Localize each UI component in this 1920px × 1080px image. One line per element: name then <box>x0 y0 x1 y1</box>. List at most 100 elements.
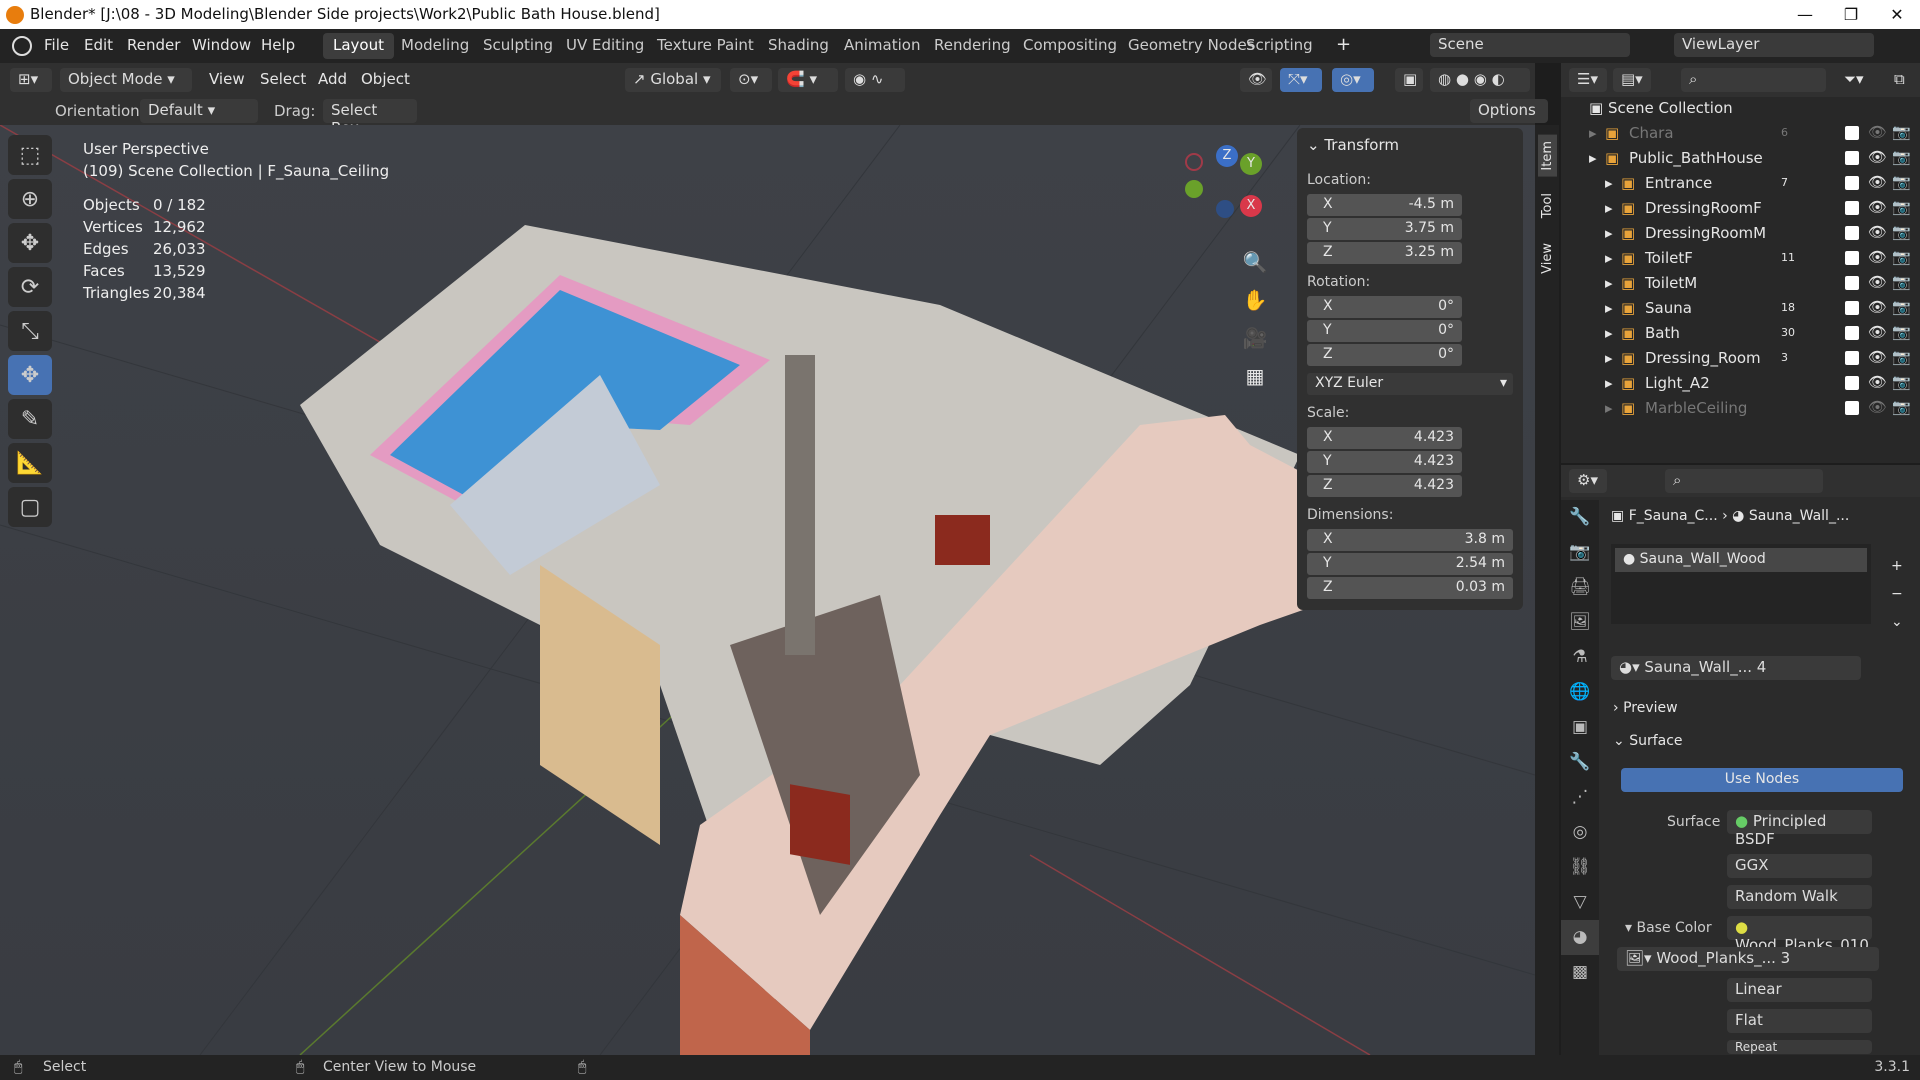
remove-slot-icon[interactable]: − <box>1891 580 1903 608</box>
annotate-tool-icon[interactable]: ✎ <box>8 399 52 439</box>
dimension-x-field[interactable]: X 3.8 m <box>1307 529 1513 551</box>
menu-object[interactable]: Object <box>361 70 410 88</box>
maximize-button[interactable]: ❐ <box>1828 0 1874 29</box>
ortho-grid-icon[interactable]: ▦ <box>1240 357 1270 395</box>
base-color-field[interactable]: ● Wood_Planks_010 <box>1727 916 1872 954</box>
camera-render-icon[interactable]: 📷 <box>1892 323 1911 341</box>
outliner-row[interactable]: ▸ ▣ Dressing_Room 3 👁 📷 <box>1561 346 1920 371</box>
exclude-checkbox[interactable] <box>1845 276 1859 290</box>
exclude-checkbox[interactable] <box>1845 176 1859 190</box>
outliner-row[interactable]: ▸ ▣ Public_BathHouse 👁 📷 <box>1561 146 1920 171</box>
preview-panel-header[interactable]: › Preview <box>1613 700 1678 716</box>
projection-dropdown[interactable]: Flat <box>1727 1009 1872 1033</box>
filter-icon[interactable]: ⏷▾ <box>1844 70 1864 88</box>
expand-arrow-icon[interactable]: ▸ <box>1605 299 1613 317</box>
gizmo-neg-z[interactable] <box>1216 200 1234 218</box>
constraints-tab-icon[interactable]: ⛓ <box>1561 850 1599 885</box>
menu-help[interactable]: Help <box>261 36 295 54</box>
eye-icon[interactable]: 👁 <box>1868 273 1887 291</box>
eye-icon[interactable]: 👁 <box>1868 223 1887 241</box>
outliner-row[interactable]: ▸ ▣ Bath 30 👁 📷 <box>1561 321 1920 346</box>
menu-window[interactable]: Window <box>192 36 251 54</box>
expand-arrow-icon[interactable]: ▸ <box>1605 174 1613 192</box>
tab-shading[interactable]: Shading <box>758 33 839 59</box>
outliner-row[interactable]: ▸ ▣ Sauna 18 👁 📷 <box>1561 296 1920 321</box>
xray-icon[interactable]: ▣ <box>1395 68 1423 92</box>
new-collection-icon[interactable]: ⧉ <box>1894 70 1905 88</box>
display-mode-icon[interactable]: ▤▾ <box>1613 68 1651 92</box>
tab-uv-editing[interactable]: UV Editing <box>556 33 654 59</box>
gizmo-z[interactable]: Z <box>1216 145 1238 167</box>
menu-add[interactable]: Add <box>318 70 347 88</box>
gizmo-x[interactable]: X <box>1240 195 1262 217</box>
scale-y-field[interactable]: Y 4.423 <box>1307 451 1462 473</box>
data-tab-icon[interactable]: ▽ <box>1561 885 1599 920</box>
navigation-gizmo[interactable]: Z Y X <box>1180 145 1280 245</box>
tab-animation[interactable]: Animation <box>834 33 930 59</box>
add-slot-icon[interactable]: + <box>1891 552 1903 580</box>
camera-render-icon[interactable]: 📷 <box>1892 348 1911 366</box>
camera-render-icon[interactable]: 📷 <box>1892 273 1911 291</box>
exclude-checkbox[interactable] <box>1845 201 1859 215</box>
menu-view[interactable]: View <box>209 70 245 88</box>
outliner-row[interactable]: ▸ ▣ DressingRoomF 👁 📷 <box>1561 196 1920 221</box>
world-tab-icon[interactable]: 🌐 <box>1561 675 1599 710</box>
expand-arrow-icon[interactable]: ▸ <box>1589 124 1597 142</box>
overlay-toggle-icon[interactable]: ◎▾ <box>1332 68 1374 92</box>
outliner-row[interactable]: ▸ ▣ Entrance 7 👁 📷 <box>1561 171 1920 196</box>
outliner-row[interactable]: ▸ ▣ DressingRoomM 👁 📷 <box>1561 221 1920 246</box>
add-workspace-icon[interactable]: + <box>1336 34 1351 55</box>
pivot-point-icon[interactable]: ⊙▾ <box>730 68 772 92</box>
outliner-row[interactable]: ▸ ▣ ToiletM 👁 📷 <box>1561 271 1920 296</box>
outliner-row[interactable]: ▸ ▣ ToiletF 11 👁 📷 <box>1561 246 1920 271</box>
particles-tab-icon[interactable]: ⋰ <box>1561 780 1599 815</box>
snap-icon[interactable]: 🧲 ▾ <box>778 68 838 92</box>
tab-compositing[interactable]: Compositing <box>1013 33 1127 59</box>
location-y-field[interactable]: Y 3.75 m <box>1307 218 1462 240</box>
scene-collection-row[interactable]: ▣ Scene Collection <box>1589 99 1733 117</box>
material-selector[interactable]: ◕▾ Sauna_Wall_... 4 <box>1611 656 1861 680</box>
gizmo-neg-x[interactable] <box>1185 153 1203 171</box>
scene-tab-icon[interactable]: ⚗ <box>1561 640 1599 675</box>
transform-tool-icon[interactable]: ✥ <box>8 355 52 395</box>
tab-sculpting[interactable]: Sculpting <box>473 33 563 59</box>
exclude-checkbox[interactable] <box>1845 401 1859 415</box>
menu-select[interactable]: Select <box>260 70 306 88</box>
tab-texture-paint[interactable]: Texture Paint <box>647 33 764 59</box>
dimension-z-field[interactable]: Z 0.03 m <box>1307 577 1513 599</box>
location-x-field[interactable]: X -4.5 m <box>1307 194 1462 216</box>
rotate-tool-icon[interactable]: ⟳ <box>8 267 52 307</box>
image-selector[interactable]: 🖼▾ Wood_Planks_... 3 <box>1617 947 1879 971</box>
dimension-y-field[interactable]: Y 2.54 m <box>1307 553 1513 575</box>
zoom-icon[interactable]: 🔍 <box>1240 243 1270 281</box>
camera-render-icon[interactable]: 📷 <box>1892 148 1911 166</box>
interpolation-dropdown[interactable]: Linear <box>1727 978 1872 1002</box>
gizmo-neg-y[interactable] <box>1185 180 1203 198</box>
expand-arrow-icon[interactable]: ▸ <box>1605 399 1613 417</box>
surface-panel-header[interactable]: ⌄ Surface <box>1613 733 1683 749</box>
eye-icon[interactable]: 👁 <box>1868 298 1887 316</box>
tool-tab-icon[interactable]: 🔧 <box>1561 500 1599 535</box>
expand-arrow-icon[interactable]: ▸ <box>1605 224 1613 242</box>
scene-selector[interactable]: Scene <box>1430 33 1630 57</box>
properties-search-input[interactable]: ⌕ <box>1665 469 1823 493</box>
use-nodes-button[interactable]: Use Nodes <box>1621 768 1903 792</box>
object-tab-icon[interactable]: ▣ <box>1561 710 1599 745</box>
add-cube-tool-icon[interactable]: ▢ <box>8 487 52 527</box>
eye-icon[interactable]: 👁 <box>1868 148 1887 166</box>
exclude-checkbox[interactable] <box>1845 376 1859 390</box>
select-box-tool-icon[interactable]: ⬚ <box>8 135 52 175</box>
shading-modes[interactable]: ◍ ● ◉ ◐ <box>1430 68 1530 92</box>
expand-arrow-icon[interactable]: ▸ <box>1605 349 1613 367</box>
scale-x-field[interactable]: X 4.423 <box>1307 427 1462 449</box>
eye-icon[interactable]: 👁 <box>1868 173 1887 191</box>
rotation-y-field[interactable]: Y 0° <box>1307 320 1462 342</box>
outliner-row[interactable]: ▸ ▣ Chara 6 👁 📷 <box>1561 121 1920 146</box>
eye-icon[interactable]: 👁 <box>1868 373 1887 391</box>
drag-dropdown[interactable]: Select Box ▾ <box>323 99 417 137</box>
camera-render-icon[interactable]: 📷 <box>1892 198 1911 216</box>
transform-orientation-selector[interactable]: ↗ Global ▾ <box>625 68 721 92</box>
menu-render[interactable]: Render <box>127 36 180 54</box>
camera-render-icon[interactable]: 📷 <box>1892 123 1911 141</box>
output-tab-icon[interactable]: 🖨 <box>1561 570 1599 605</box>
